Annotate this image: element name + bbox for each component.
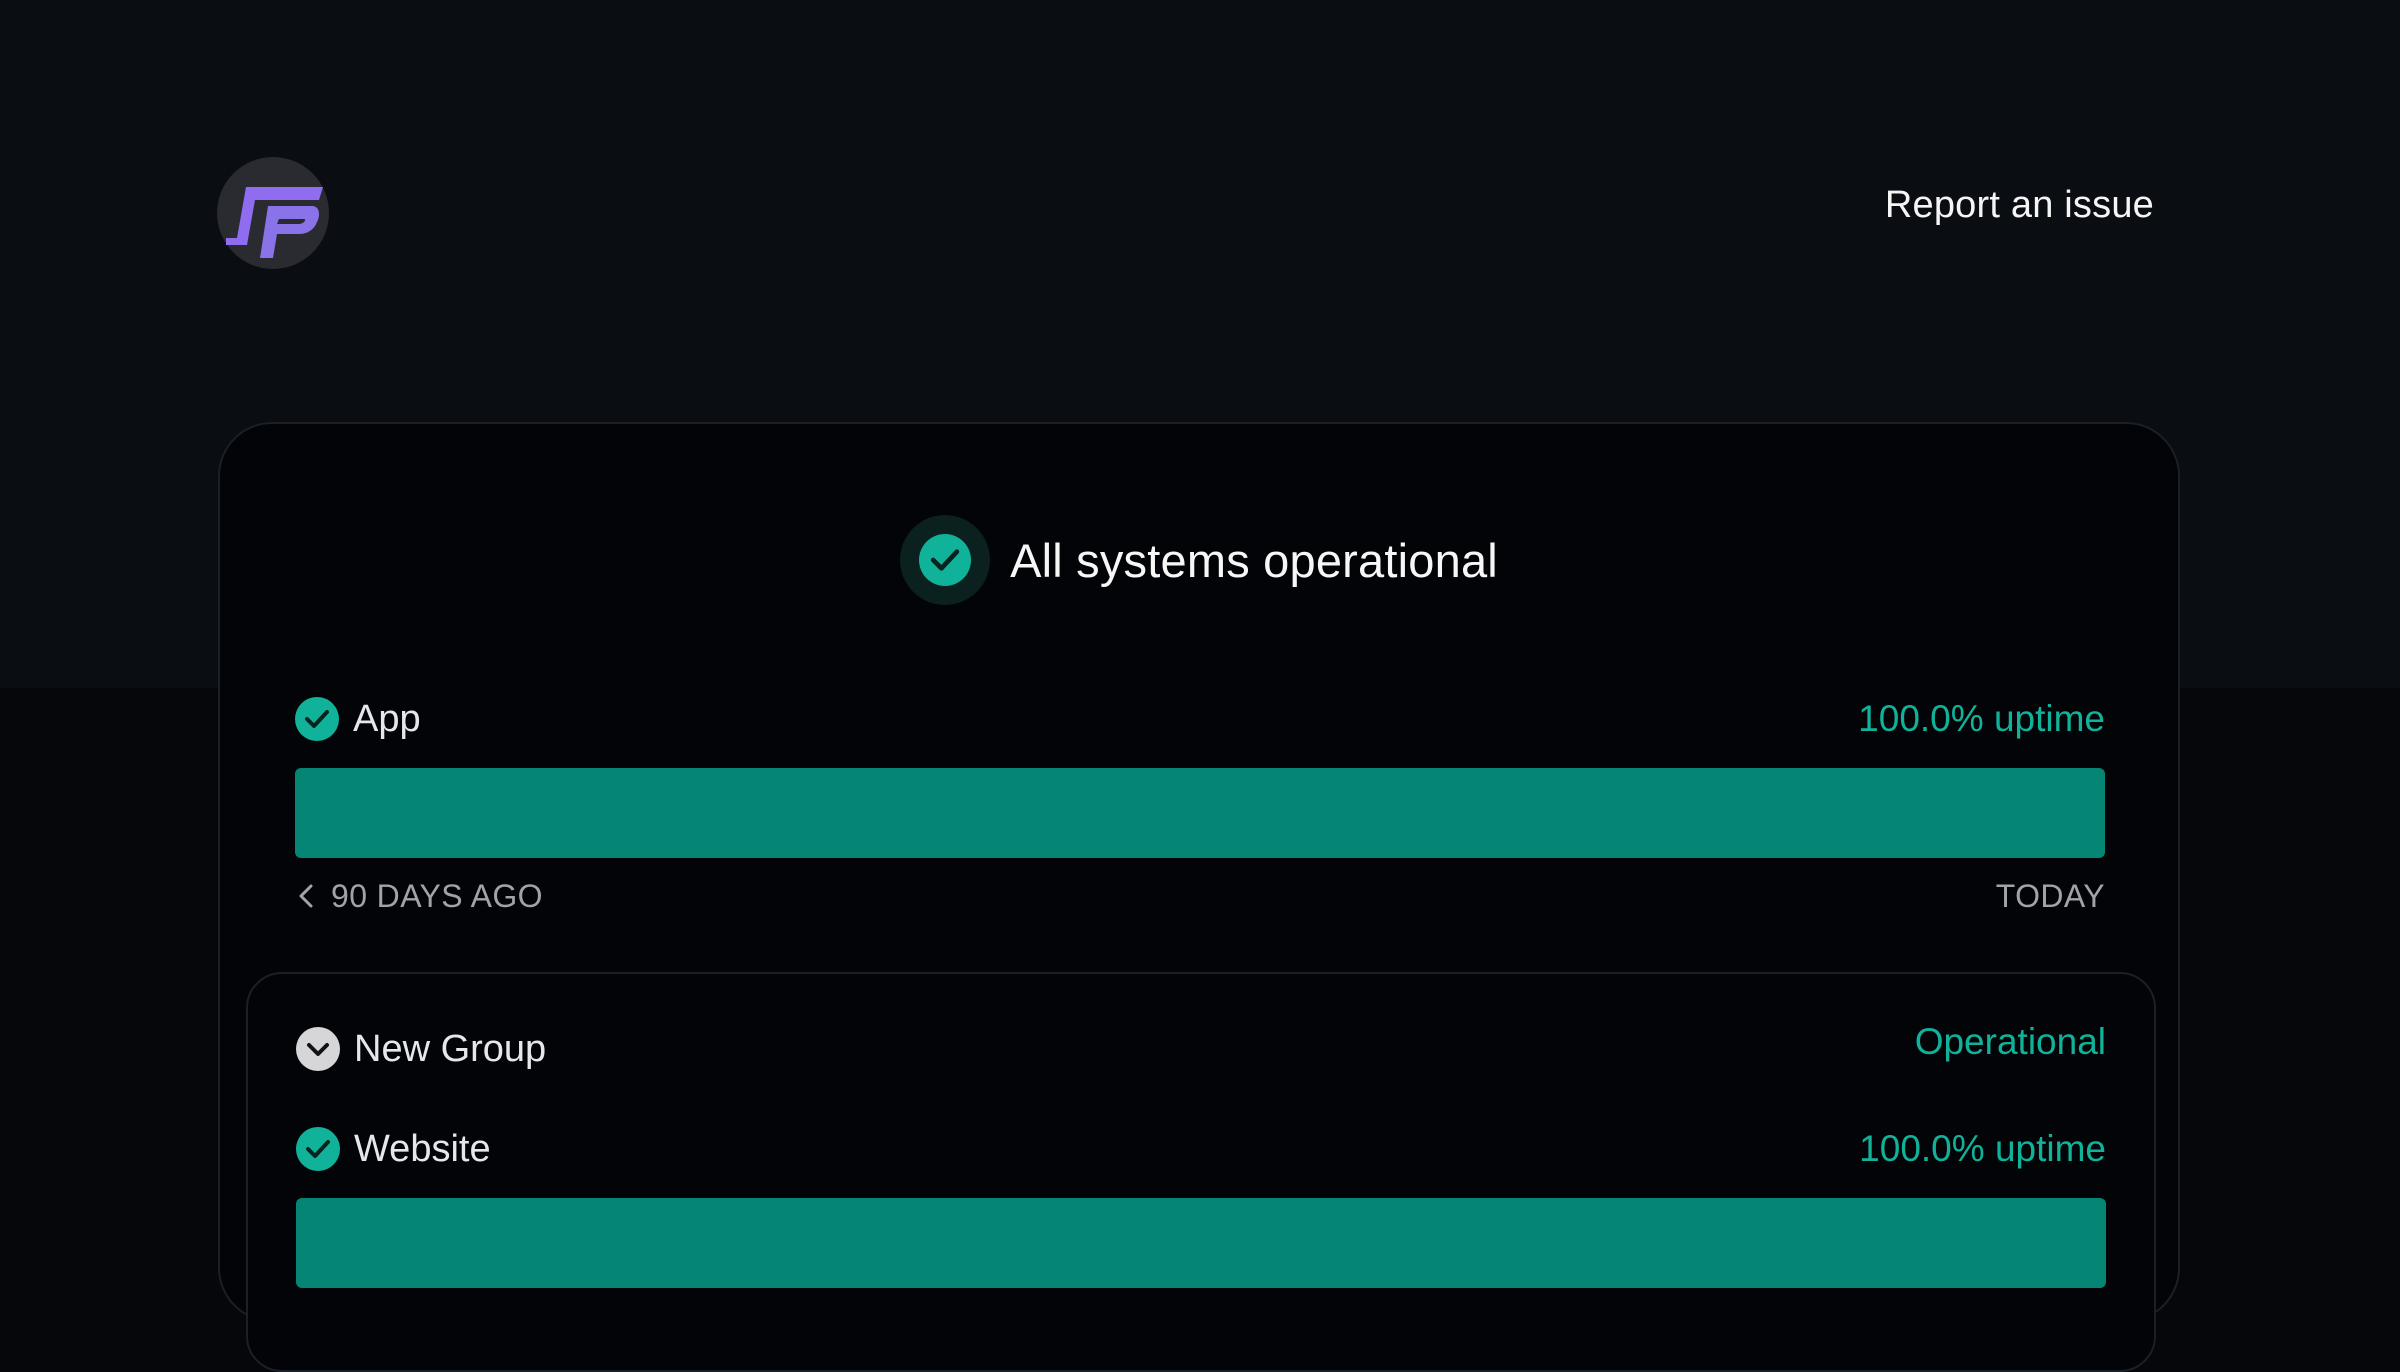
uptime-bar[interactable]: [296, 1198, 2106, 1288]
monitor-app: App 100.0% uptime 90 DAYS AGO TODAY: [295, 694, 2105, 916]
monitor-title: Website: [296, 1127, 491, 1171]
monitor-header: App 100.0% uptime: [295, 694, 2105, 744]
overall-status-title: All systems operational: [1010, 533, 1498, 587]
group-header[interactable]: New Group Operational: [296, 1021, 2106, 1074]
check-circle-icon: [900, 515, 991, 605]
monitor-name: Website: [354, 1127, 491, 1170]
logo[interactable]: FP: [216, 156, 330, 270]
chevron-down-circle-icon[interactable]: [296, 1027, 340, 1071]
axis-start-label: 90 DAYS AGO: [331, 877, 543, 914]
status-card: All systems operational App 100.0% uptim…: [218, 422, 2180, 1372]
axis-start[interactable]: 90 DAYS AGO: [295, 878, 543, 915]
axis-end-label: TODAY: [1995, 877, 2105, 914]
monitor-website: Website 100.0% uptime: [296, 1124, 2106, 1288]
report-issue-link[interactable]: Report an issue: [1885, 184, 2154, 227]
monitor-group: New Group Operational Website 100.0% upt…: [246, 972, 2156, 1372]
uptime-bar[interactable]: [295, 768, 2105, 858]
group-title[interactable]: New Group: [296, 1027, 546, 1071]
monitor-title: App: [295, 697, 421, 741]
uptime-percentage: 100.0% uptime: [1858, 698, 2105, 739]
check-circle-icon: [295, 697, 339, 741]
chevron-left-icon[interactable]: [295, 882, 317, 910]
check-circle-icon: [296, 1127, 340, 1171]
group-status: Operational: [1914, 1021, 2106, 1062]
uptime-percentage: 100.0% uptime: [1859, 1128, 2106, 1169]
overall-status: All systems operational: [220, 514, 2178, 606]
group-name: New Group: [354, 1027, 547, 1070]
monitor-header: Website 100.0% uptime: [296, 1124, 2106, 1174]
monitor-name: App: [353, 697, 421, 740]
uptime-axis: 90 DAYS AGO TODAY: [295, 876, 2105, 916]
